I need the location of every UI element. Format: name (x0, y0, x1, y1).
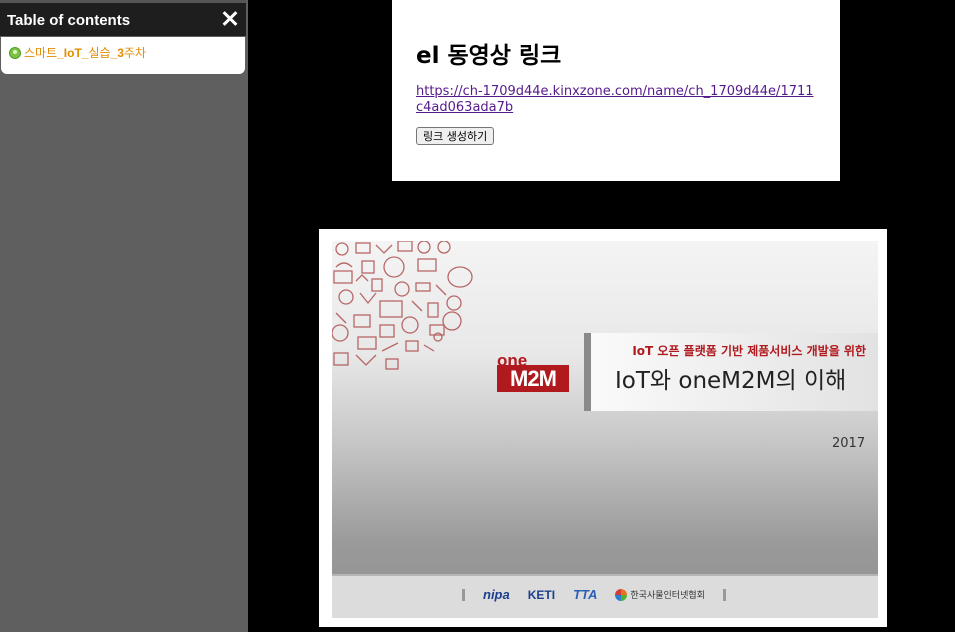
slide-title-bar: IoT 오픈 플랫폼 기반 제품서비스 개발을 위한 IoT와 oneM2M의 … (584, 333, 878, 411)
slide-title: IoT와 oneM2M의 이해 (615, 368, 847, 394)
toc-sidebar: Table of contents 스마트_IoT_실습_3주차 (0, 0, 248, 632)
partner-tta: TTA (573, 587, 598, 602)
kiot-logo-icon (615, 588, 628, 601)
device-icons-cluster (332, 241, 473, 370)
separator (462, 588, 465, 601)
partner-kiot: 한국사물인터넷협회 (615, 588, 705, 601)
toc-header: Table of contents (0, 0, 246, 36)
video-link[interactable]: https://ch-1709d44e.kinxzone.com/name/ch… (416, 84, 816, 116)
partner-nipa: nipa (483, 587, 510, 602)
slide-frame: one M2M IoT 오픈 플랫폼 기반 제품서비스 개발을 위한 IoT와 … (319, 229, 887, 627)
close-icon[interactable] (219, 7, 243, 31)
partner-keti: KETI (527, 587, 556, 602)
slide-footer: nipa KETI TTA 한국사물인터넷협회 (332, 574, 878, 618)
toc-item[interactable]: 스마트_IoT_실습_3주차 (9, 44, 146, 61)
partner-logos: nipa KETI TTA 한국사물인터넷협회 (462, 587, 726, 602)
toc-item-label: 스마트_IoT_실습_3주차 (24, 46, 147, 60)
card-title: el 동영상 링크 (416, 43, 562, 69)
bullet-icon (9, 46, 21, 59)
slide: one M2M IoT 오픈 플랫폼 기반 제품서비스 개발을 위한 IoT와 … (332, 241, 878, 618)
toc-title: Table of contents (7, 12, 131, 29)
onem2m-logo: one M2M (497, 351, 577, 397)
video-link-card: el 동영상 링크 https://ch-1709d44e.kinxzone.c… (392, 0, 840, 181)
create-link-button[interactable]: 링크 생성하기 (416, 127, 495, 145)
separator (722, 588, 726, 601)
slide-subtitle: IoT 오픈 플랫폼 기반 제품서비스 개발을 위한 (632, 344, 866, 358)
slide-year: 2017 (832, 436, 866, 451)
toc-panel: 스마트_IoT_실습_3주차 (1, 37, 245, 74)
